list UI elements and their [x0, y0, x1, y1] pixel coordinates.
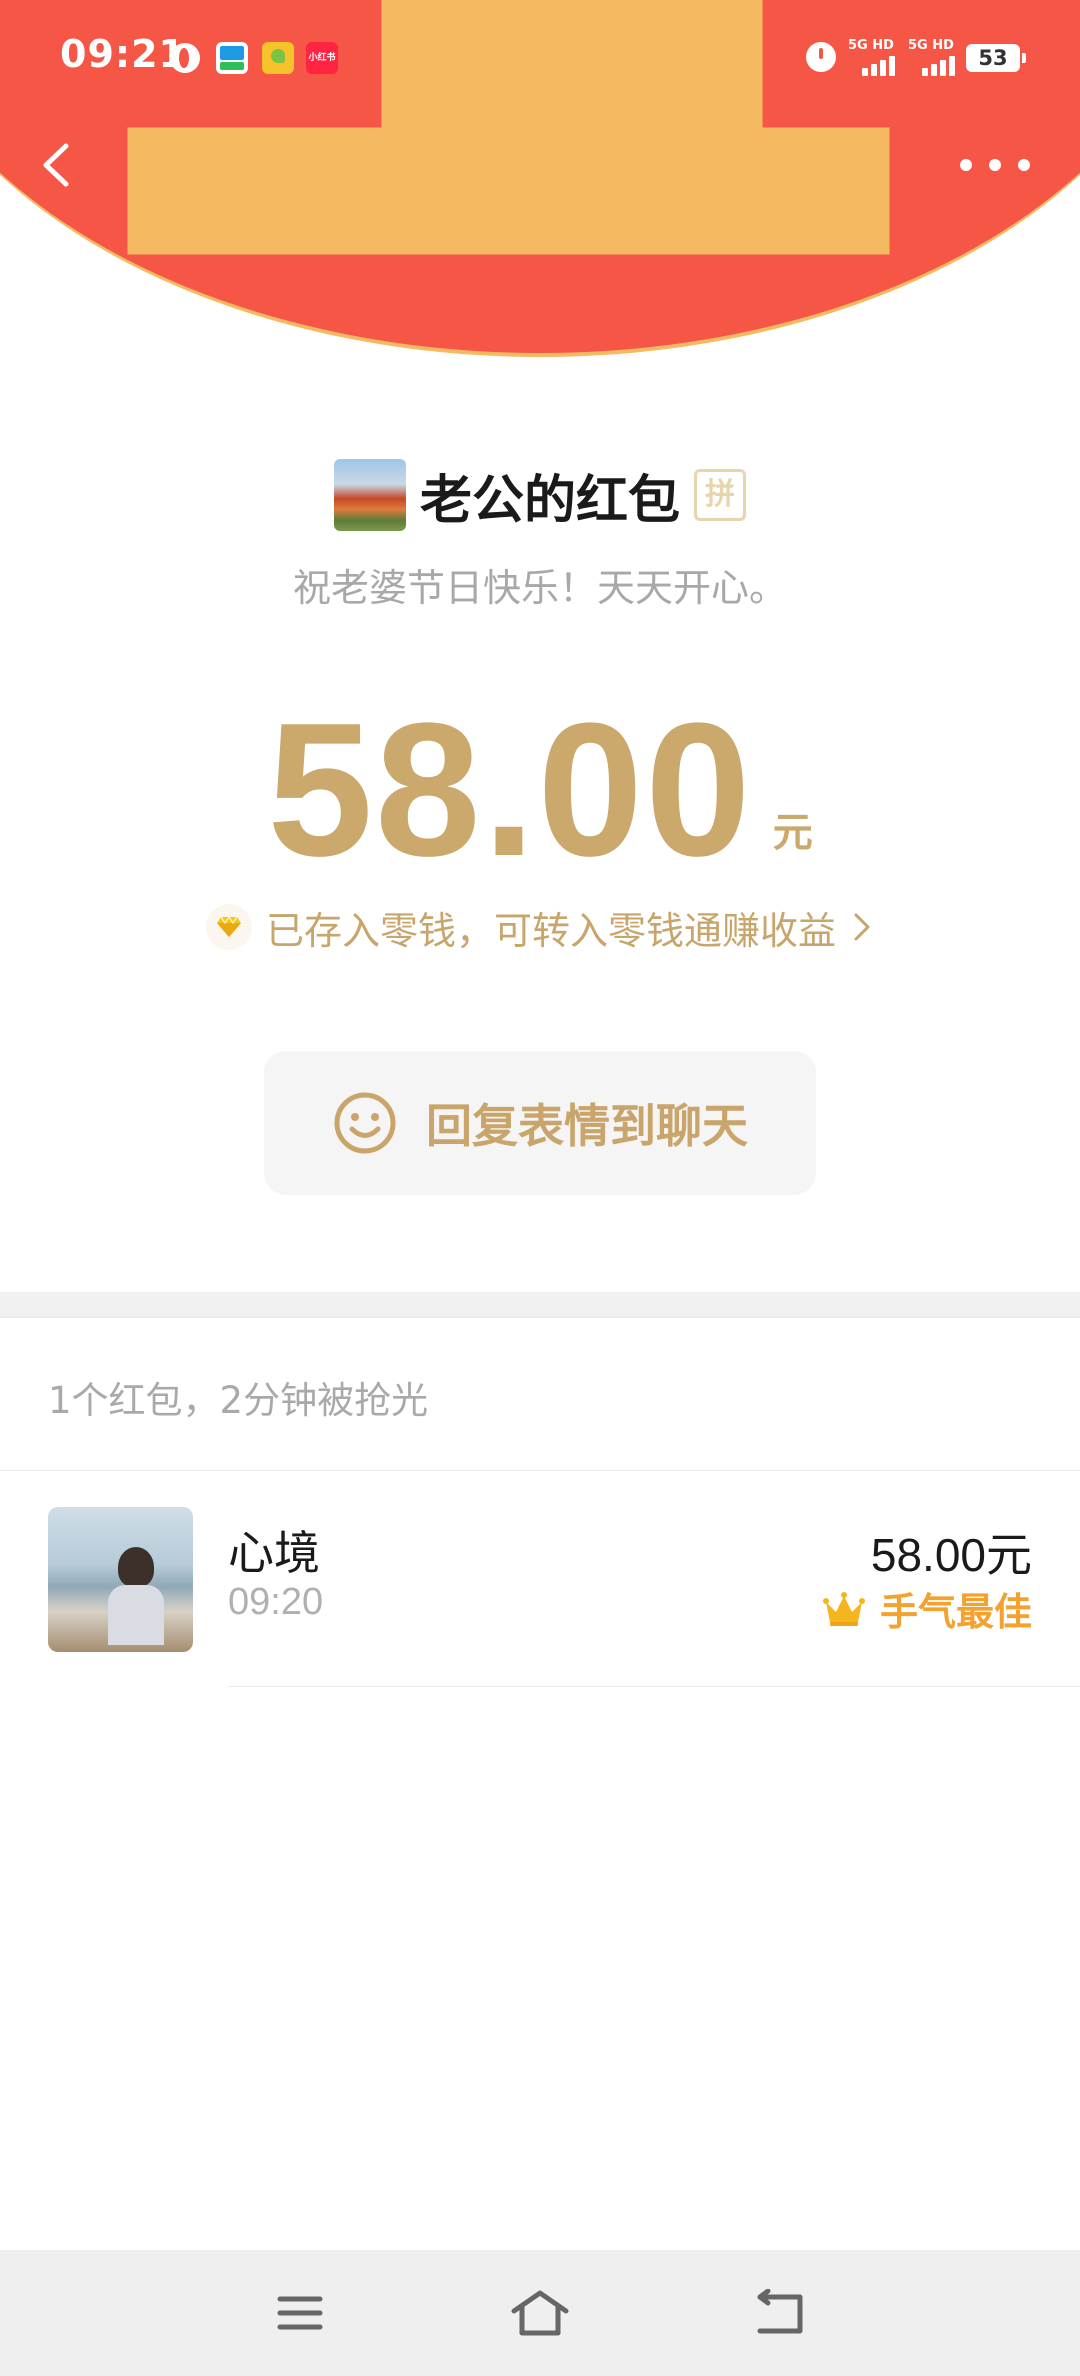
- recipient-name: 心境: [228, 1526, 320, 1580]
- return-icon: [757, 2289, 803, 2334]
- reply-sticker-label: 回复表情到聊天: [426, 1099, 748, 1153]
- signal-icon: 5G HD: [848, 38, 906, 78]
- status-bar: 09:21 小红书 5G HD 5G HD 53: [0, 0, 1080, 118]
- app-notification-icon: [262, 42, 294, 74]
- recent-apps-button[interactable]: [240, 2250, 360, 2376]
- browser-icon: [170, 43, 200, 73]
- recipient-avatar[interactable]: [48, 1507, 193, 1652]
- more-options-button[interactable]: [960, 140, 1030, 190]
- back-button[interactable]: [30, 130, 90, 200]
- chevron-right-icon: [854, 913, 870, 941]
- best-luck-label: 手气最佳: [879, 1590, 1032, 1634]
- diamond-icon: [205, 904, 252, 950]
- currency-unit: 元: [772, 810, 813, 856]
- sender-title: 老公的红包: [419, 470, 680, 531]
- crown-icon: [822, 1591, 865, 1626]
- status-time: 09:21: [60, 32, 186, 76]
- red-packet-detail-page: 09:21 小红书 5G HD 5G HD 53 老公的红包 拼 祝老婆节日快乐…: [0, 0, 1080, 2376]
- recipient-list-item[interactable]: 心境 09:20 58.00元 手气最佳: [0, 1471, 1080, 1687]
- change-notice-text: 已存入零钱，可转入零钱通赚收益: [265, 908, 836, 953]
- change-notice-link[interactable]: 已存入零钱，可转入零钱通赚收益: [0, 895, 1080, 959]
- signal-icon: 5G HD: [908, 38, 966, 78]
- xiaohongshu-icon: 小红书: [306, 42, 338, 74]
- recipient-time: 09:20: [228, 1581, 324, 1623]
- chevron-left-icon: [43, 143, 69, 187]
- signal-label: 5G HD: [908, 38, 954, 53]
- menu-icon: [277, 2296, 323, 2330]
- recipient-amount: 58.00元: [870, 1529, 1032, 1581]
- battery-icon: 53: [966, 44, 1026, 72]
- amount-value: 58.00: [267, 684, 753, 896]
- section-divider: [0, 1292, 1080, 1318]
- smiley-icon: [334, 1092, 396, 1154]
- best-luck-badge: 手气最佳: [822, 1581, 1032, 1636]
- sender-avatar[interactable]: [333, 459, 406, 531]
- packet-summary: 1个红包，2分钟被抢光: [48, 1379, 429, 1422]
- alarm-icon: [806, 42, 836, 72]
- more-dot-icon: [960, 159, 972, 171]
- signal-label: 5G HD: [848, 38, 894, 53]
- more-dot-icon: [1018, 159, 1030, 171]
- more-dot-icon: [989, 159, 1001, 171]
- system-back-button[interactable]: [720, 2250, 840, 2376]
- system-nav-bar: [0, 2250, 1080, 2376]
- pin-badge: 拼: [694, 469, 746, 521]
- sender-header: 老公的红包 拼: [0, 455, 1080, 535]
- divider: [228, 1686, 1080, 1687]
- home-button[interactable]: [480, 2250, 600, 2376]
- reply-sticker-button[interactable]: 回复表情到聊天: [264, 1051, 816, 1195]
- greeting-message: 祝老婆节日快乐！天天开心。: [292, 566, 787, 610]
- app-notification-icon: [216, 42, 248, 74]
- amount-display: 58.00 元: [0, 684, 1080, 896]
- home-icon: [511, 2290, 569, 2336]
